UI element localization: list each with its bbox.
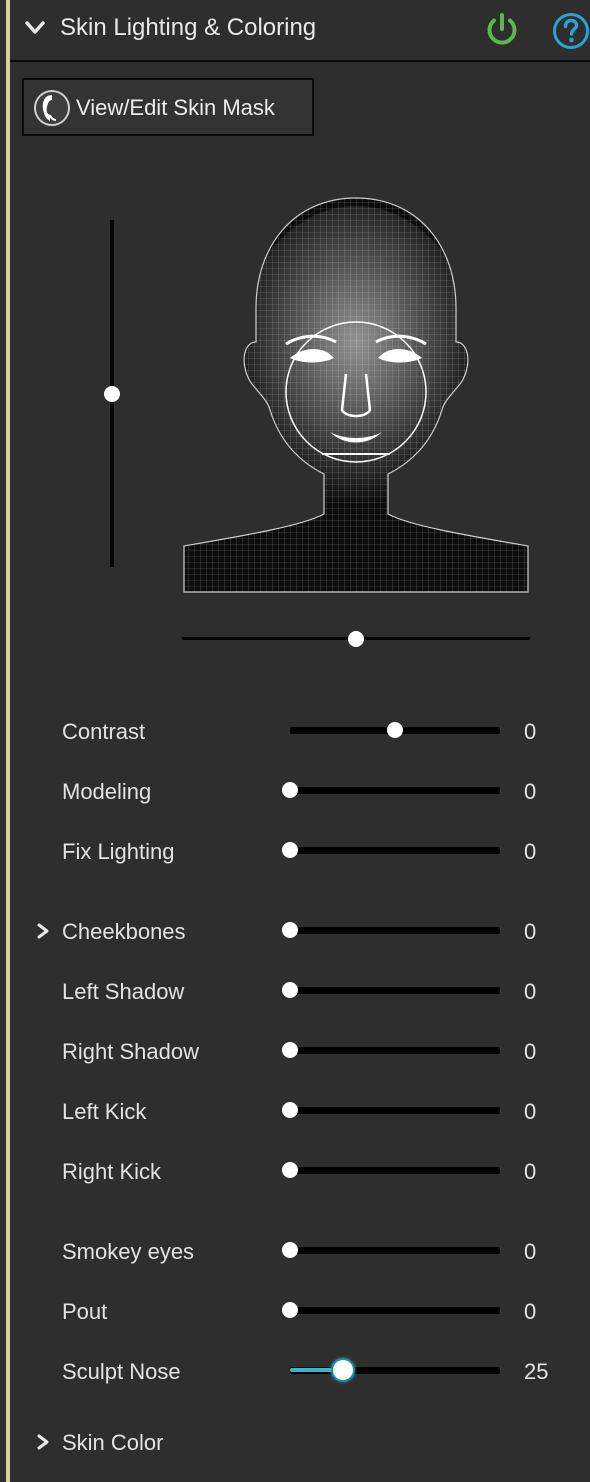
right-kick-label: Right Kick: [62, 1159, 162, 1184]
modeling-label: Modeling: [62, 779, 152, 804]
fix-lighting-slider[interactable]: [282, 841, 500, 861]
slider-track: [290, 1107, 500, 1114]
slider-row-left-shadow: Left Shadow 0: [10, 971, 590, 1011]
contrast-value: 0: [524, 719, 537, 744]
slider-track: [290, 987, 500, 994]
right-shadow-value: 0: [524, 1039, 537, 1064]
contrast-slider-thumb[interactable]: [387, 722, 403, 738]
smokey-eyes-label: Smokey eyes: [62, 1239, 195, 1264]
slider-track: [290, 1247, 500, 1254]
slider-row-contrast: Contrast 0: [10, 711, 590, 751]
left-kick-value: 0: [524, 1099, 537, 1124]
sculpt-nose-slider[interactable]: [288, 1360, 500, 1381]
contrast-slider[interactable]: [288, 721, 500, 741]
slider-row-smokey-eyes: Smokey eyes 0: [10, 1231, 590, 1271]
right-shadow-label: Right Shadow: [62, 1039, 199, 1064]
skin-color-label[interactable]: Skin Color: [62, 1430, 163, 1456]
slider-track: [290, 1047, 500, 1054]
view-edit-skin-mask-button[interactable]: View/Edit Skin Mask: [22, 78, 314, 136]
smokey-eyes-slider-thumb[interactable]: [282, 1242, 298, 1258]
left-kick-slider[interactable]: [282, 1101, 500, 1121]
slider-row-pout: Pout 0: [10, 1291, 590, 1331]
slider-row-fix-lighting: Fix Lighting 0: [10, 831, 590, 871]
modeling-value: 0: [524, 779, 537, 804]
slider-track: [290, 847, 500, 854]
chevron-right-icon[interactable]: [34, 922, 52, 940]
cheekbones-slider[interactable]: [282, 921, 500, 941]
slider-row-sculpt-nose: Sculpt Nose 25: [10, 1351, 590, 1391]
skin-color-section-header[interactable]: Skin Color: [10, 1422, 590, 1462]
fix-lighting-label: Fix Lighting: [62, 839, 175, 864]
cheekbones-value: 0: [524, 919, 537, 944]
power-icon[interactable]: [484, 12, 520, 48]
left-shadow-slider[interactable]: [282, 981, 500, 1001]
left-shadow-slider-thumb[interactable]: [282, 982, 298, 998]
slider-track: [290, 1167, 500, 1174]
pout-slider[interactable]: [282, 1301, 500, 1321]
left-kick-label: Left Kick: [62, 1099, 147, 1124]
right-shadow-slider-thumb[interactable]: [282, 1042, 298, 1058]
horizontal-light-slider-thumb[interactable]: [348, 631, 364, 647]
sculpt-nose-label: Sculpt Nose: [62, 1359, 181, 1384]
left-shadow-value: 0: [524, 979, 537, 1004]
smokey-eyes-slider[interactable]: [282, 1241, 500, 1261]
help-icon[interactable]: [552, 12, 590, 50]
face-wireframe-preview: [183, 197, 529, 593]
sculpt-nose-slider-thumb[interactable]: [332, 1360, 353, 1380]
slider-row-modeling: Modeling 0: [10, 771, 590, 811]
right-kick-value: 0: [524, 1159, 537, 1184]
slider-row-right-kick: Right Kick 0: [10, 1151, 590, 1191]
slider-row-cheekbones: Cheekbones 0: [10, 911, 590, 951]
pout-slider-thumb[interactable]: [282, 1302, 298, 1318]
left-shadow-label: Left Shadow: [62, 979, 185, 1004]
right-kick-slider-thumb[interactable]: [282, 1162, 298, 1178]
smokey-eyes-value: 0: [524, 1239, 537, 1264]
cheekbones-slider-thumb[interactable]: [282, 922, 298, 938]
slider-track: [290, 787, 500, 794]
slider-track: [290, 927, 500, 934]
right-shadow-slider[interactable]: [282, 1041, 500, 1061]
panel-title: Skin Lighting & Coloring: [60, 14, 317, 41]
panel-header: Skin Lighting & Coloring: [10, 0, 590, 62]
fix-lighting-value: 0: [524, 839, 537, 864]
cheekbones-label[interactable]: Cheekbones: [62, 919, 186, 945]
pout-value: 0: [524, 1299, 537, 1324]
vertical-light-slider-thumb[interactable]: [104, 386, 120, 402]
slider-track: [290, 1307, 500, 1314]
right-kick-slider[interactable]: [282, 1161, 500, 1181]
sculpt-nose-value: 25: [524, 1359, 549, 1384]
slider-row-right-shadow: Right Shadow 0: [10, 1031, 590, 1071]
modeling-slider-thumb[interactable]: [282, 782, 298, 798]
skin-mask-icon: [34, 90, 70, 126]
modeling-slider[interactable]: [282, 781, 500, 801]
left-kick-slider-thumb[interactable]: [282, 1102, 298, 1118]
slider-row-left-kick: Left Kick 0: [10, 1091, 590, 1131]
pout-label: Pout: [62, 1299, 108, 1324]
chevron-down-icon[interactable]: [24, 18, 46, 40]
fix-lighting-slider-thumb[interactable]: [282, 842, 298, 858]
chevron-right-icon[interactable]: [34, 1433, 52, 1451]
view-edit-skin-mask-label: View/Edit Skin Mask: [76, 95, 275, 120]
contrast-label: Contrast: [62, 719, 146, 744]
